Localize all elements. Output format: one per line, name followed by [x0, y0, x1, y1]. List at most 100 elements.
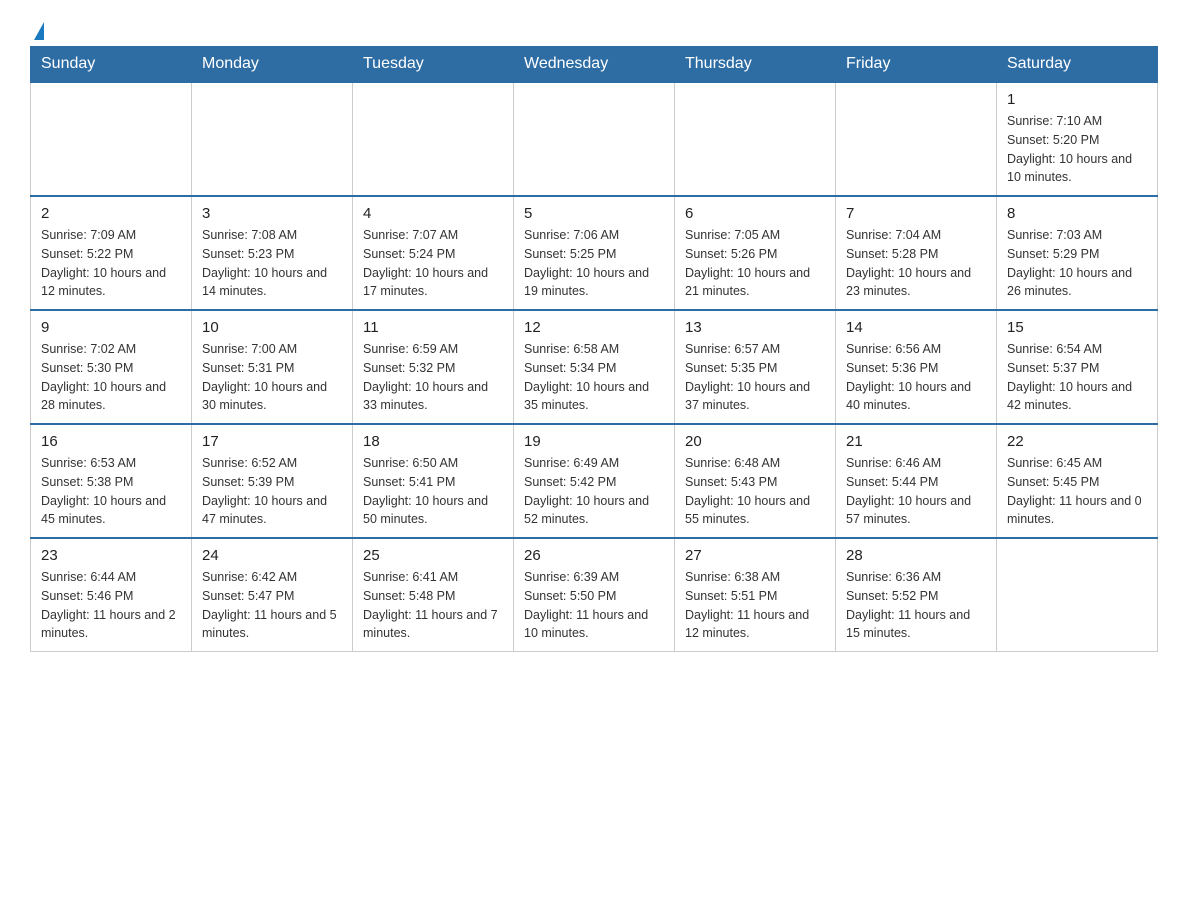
day-number: 27 [685, 547, 825, 564]
day-info: Sunrise: 6:50 AMSunset: 5:41 PMDaylight:… [363, 454, 503, 529]
week-row-4: 16 Sunrise: 6:53 AMSunset: 5:38 PMDayligh… [31, 424, 1158, 538]
day-of-week-header-sunday: Sunday [31, 47, 192, 83]
week-row-1: 1Sunrise: 7:10 AMSunset: 5:20 PMDaylight… [31, 82, 1158, 196]
day-info: Sunrise: 6:44 AMSunset: 5:46 PMDaylight:… [41, 568, 181, 643]
calendar-cell: 2 Sunrise: 7:09 AMSunset: 5:22 PMDaylight… [31, 196, 192, 310]
day-info: Sunrise: 6:46 AMSunset: 5:44 PMDaylight:… [846, 454, 986, 529]
day-of-week-header-thursday: Thursday [675, 47, 836, 83]
day-info: Sunrise: 7:10 AMSunset: 5:20 PMDaylight:… [1007, 112, 1147, 187]
calendar-cell [997, 538, 1158, 652]
day-info: Sunrise: 6:53 AMSunset: 5:38 PMDaylight:… [41, 454, 181, 529]
day-number: 17 [202, 433, 342, 450]
day-info: Sunrise: 6:56 AMSunset: 5:36 PMDaylight:… [846, 340, 986, 415]
calendar-cell [31, 82, 192, 196]
day-number: 16 [41, 433, 181, 450]
week-row-2: 2 Sunrise: 7:09 AMSunset: 5:22 PMDaylight… [31, 196, 1158, 310]
calendar-cell: 26 Sunrise: 6:39 AMSunset: 5:50 PMDayligh… [514, 538, 675, 652]
day-info: Sunrise: 6:38 AMSunset: 5:51 PMDaylight:… [685, 568, 825, 643]
calendar-cell: 13 Sunrise: 6:57 AMSunset: 5:35 PMDayligh… [675, 310, 836, 424]
calendar-cell [836, 82, 997, 196]
day-info: Sunrise: 6:41 AMSunset: 5:48 PMDaylight:… [363, 568, 503, 643]
calendar-cell: 16 Sunrise: 6:53 AMSunset: 5:38 PMDayligh… [31, 424, 192, 538]
calendar-cell: 23 Sunrise: 6:44 AMSunset: 5:46 PMDayligh… [31, 538, 192, 652]
day-of-week-header-tuesday: Tuesday [353, 47, 514, 83]
calendar-cell: 3Sunrise: 7:08 AMSunset: 5:23 PMDaylight… [192, 196, 353, 310]
day-number: 3 [202, 205, 342, 222]
calendar-cell: 20 Sunrise: 6:48 AMSunset: 5:43 PMDayligh… [675, 424, 836, 538]
day-of-week-header-wednesday: Wednesday [514, 47, 675, 83]
calendar-cell: 15Sunrise: 6:54 AMSunset: 5:37 PMDayligh… [997, 310, 1158, 424]
calendar-cell [514, 82, 675, 196]
calendar-cell: 19 Sunrise: 6:49 AMSunset: 5:42 PMDayligh… [514, 424, 675, 538]
calendar-cell: 12 Sunrise: 6:58 AMSunset: 5:34 PMDayligh… [514, 310, 675, 424]
day-number: 21 [846, 433, 986, 450]
day-number: 13 [685, 319, 825, 336]
calendar-cell: 24 Sunrise: 6:42 AMSunset: 5:47 PMDayligh… [192, 538, 353, 652]
day-number: 8 [1007, 205, 1147, 222]
day-info: Sunrise: 6:42 AMSunset: 5:47 PMDaylight:… [202, 568, 342, 643]
day-of-week-header-saturday: Saturday [997, 47, 1158, 83]
day-info: Sunrise: 7:04 AMSunset: 5:28 PMDaylight:… [846, 226, 986, 301]
day-number: 5 [524, 205, 664, 222]
calendar-cell: 6Sunrise: 7:05 AMSunset: 5:26 PMDaylight… [675, 196, 836, 310]
day-number: 15 [1007, 319, 1147, 336]
day-of-week-header-monday: Monday [192, 47, 353, 83]
day-number: 18 [363, 433, 503, 450]
calendar-cell: 28 Sunrise: 6:36 AMSunset: 5:52 PMDayligh… [836, 538, 997, 652]
day-info: Sunrise: 6:59 AMSunset: 5:32 PMDaylight:… [363, 340, 503, 415]
day-info: Sunrise: 7:09 AMSunset: 5:22 PMDaylight:… [41, 226, 181, 301]
day-info: Sunrise: 7:03 AMSunset: 5:29 PMDaylight:… [1007, 226, 1147, 301]
day-number: 28 [846, 547, 986, 564]
calendar-cell [675, 82, 836, 196]
day-number: 7 [846, 205, 986, 222]
day-info: Sunrise: 6:48 AMSunset: 5:43 PMDaylight:… [685, 454, 825, 529]
day-number: 24 [202, 547, 342, 564]
calendar-cell: 25 Sunrise: 6:41 AMSunset: 5:48 PMDayligh… [353, 538, 514, 652]
logo-triangle-icon [34, 22, 44, 40]
calendar-header-row: SundayMondayTuesdayWednesdayThursdayFrid… [31, 47, 1158, 83]
calendar-cell: 18 Sunrise: 6:50 AMSunset: 5:41 PMDayligh… [353, 424, 514, 538]
calendar-cell: 21 Sunrise: 6:46 AMSunset: 5:44 PMDayligh… [836, 424, 997, 538]
calendar-cell: 9Sunrise: 7:02 AMSunset: 5:30 PMDaylight… [31, 310, 192, 424]
calendar-cell: 17 Sunrise: 6:52 AMSunset: 5:39 PMDayligh… [192, 424, 353, 538]
calendar-cell: 7 Sunrise: 7:04 AMSunset: 5:28 PMDaylight… [836, 196, 997, 310]
logo [30, 20, 44, 36]
day-info: Sunrise: 6:57 AMSunset: 5:35 PMDaylight:… [685, 340, 825, 415]
day-number: 2 [41, 205, 181, 222]
day-info: Sunrise: 7:06 AMSunset: 5:25 PMDaylight:… [524, 226, 664, 301]
day-info: Sunrise: 6:36 AMSunset: 5:52 PMDaylight:… [846, 568, 986, 643]
day-number: 26 [524, 547, 664, 564]
day-number: 10 [202, 319, 342, 336]
day-info: Sunrise: 6:49 AMSunset: 5:42 PMDaylight:… [524, 454, 664, 529]
calendar-cell: 27 Sunrise: 6:38 AMSunset: 5:51 PMDayligh… [675, 538, 836, 652]
day-number: 22 [1007, 433, 1147, 450]
day-info: Sunrise: 7:05 AMSunset: 5:26 PMDaylight:… [685, 226, 825, 301]
calendar-cell: 11 Sunrise: 6:59 AMSunset: 5:32 PMDayligh… [353, 310, 514, 424]
day-number: 12 [524, 319, 664, 336]
day-info: Sunrise: 7:00 AMSunset: 5:31 PMDaylight:… [202, 340, 342, 415]
calendar-cell: 14 Sunrise: 6:56 AMSunset: 5:36 PMDayligh… [836, 310, 997, 424]
week-row-3: 9Sunrise: 7:02 AMSunset: 5:30 PMDaylight… [31, 310, 1158, 424]
calendar-cell: 5 Sunrise: 7:06 AMSunset: 5:25 PMDaylight… [514, 196, 675, 310]
calendar-cell: 4 Sunrise: 7:07 AMSunset: 5:24 PMDaylight… [353, 196, 514, 310]
day-info: Sunrise: 6:45 AMSunset: 5:45 PMDaylight:… [1007, 454, 1147, 529]
day-number: 9 [41, 319, 181, 336]
calendar-cell: 8 Sunrise: 7:03 AMSunset: 5:29 PMDaylight… [997, 196, 1158, 310]
calendar-cell [192, 82, 353, 196]
calendar-cell: 1Sunrise: 7:10 AMSunset: 5:20 PMDaylight… [997, 82, 1158, 196]
day-number: 19 [524, 433, 664, 450]
calendar-cell: 10 Sunrise: 7:00 AMSunset: 5:31 PMDayligh… [192, 310, 353, 424]
day-info: Sunrise: 6:39 AMSunset: 5:50 PMDaylight:… [524, 568, 664, 643]
day-number: 14 [846, 319, 986, 336]
day-number: 23 [41, 547, 181, 564]
day-number: 20 [685, 433, 825, 450]
page-header [30, 20, 1158, 36]
day-info: Sunrise: 7:07 AMSunset: 5:24 PMDaylight:… [363, 226, 503, 301]
day-number: 25 [363, 547, 503, 564]
day-number: 4 [363, 205, 503, 222]
week-row-5: 23 Sunrise: 6:44 AMSunset: 5:46 PMDayligh… [31, 538, 1158, 652]
day-info: Sunrise: 6:52 AMSunset: 5:39 PMDaylight:… [202, 454, 342, 529]
day-number: 11 [363, 319, 503, 336]
day-info: Sunrise: 6:58 AMSunset: 5:34 PMDaylight:… [524, 340, 664, 415]
day-of-week-header-friday: Friday [836, 47, 997, 83]
